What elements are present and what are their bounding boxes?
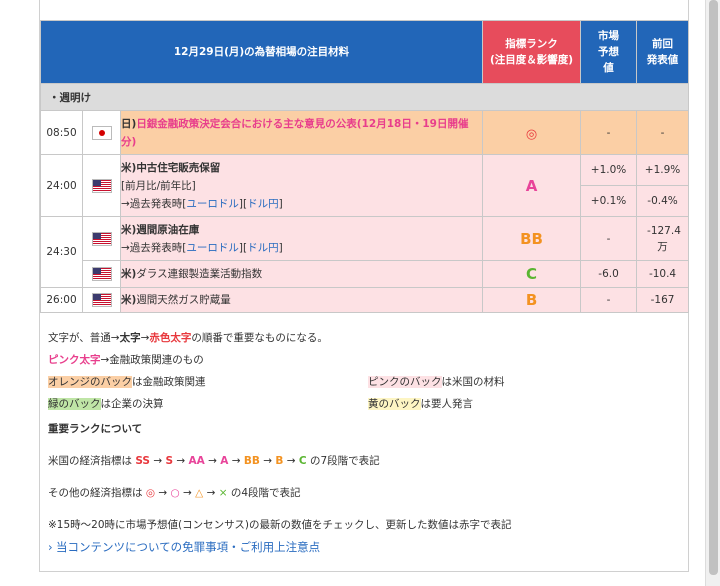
event-title: 週間原油在庫 [136, 223, 200, 236]
eurusd-link[interactable]: ユーロドル [186, 242, 239, 254]
scrollbar-track[interactable] [705, 0, 720, 586]
rank-cell: BB [482, 216, 582, 261]
usdjpy-link[interactable]: ドル円 [247, 242, 279, 254]
disclaimer-row: › 当コンテンツについての免罪事項・ご利用上注意点 [48, 536, 678, 558]
note-pink-bold: ピンク太字→金融政策関連のもの [48, 354, 204, 366]
economic-calendar-table: 12月29日(月)の為替相場の注目材料 指標ランク (注目度＆影響度) 市場 予… [39, 20, 690, 313]
previous-cell: - [636, 110, 690, 155]
eurusd-link[interactable]: ユーロドル [186, 198, 239, 210]
previous-cell: -10.4 [636, 260, 690, 288]
flag-cell [82, 216, 121, 261]
event-country: 米) [121, 294, 137, 306]
note-other-ranks: その他の経済指標は ◎ → ○ → △ → × の4段階で表記 [48, 487, 301, 499]
event-country: 米) [121, 268, 137, 280]
legend-notes: 文字が、普通→太字→赤色太字の順番で重要なものになる。 ピンク太字→金融政策関連… [48, 327, 678, 558]
rank-value: C [526, 265, 538, 283]
event-cell: 米)ダラス連銀製造業活動指数 [119, 260, 484, 288]
past-release-label: →過去発表時[ [121, 241, 187, 254]
jp-flag-icon [91, 125, 112, 140]
previous-column-header: 前回 発表値 [636, 20, 690, 84]
table-title: 12月29日(月)の為替相場の注目材料 [39, 20, 484, 84]
event-cell: 米)中古住宅販売保留 [前月比/前年比] →過去発表時[ユーロドル][ドル円] [119, 154, 484, 217]
rank-cell: A [482, 154, 582, 217]
flag-cell [82, 110, 121, 155]
rank-column-header: 指標ランク (注目度＆影響度) [482, 20, 582, 84]
past-release-label: →過去発表時[ [121, 197, 187, 210]
forecast-cell: -6.0 [580, 260, 638, 288]
section-row: ・週明け [39, 83, 690, 111]
previous-cell: +1.9% [636, 154, 690, 186]
chevron-right-icon: › [48, 540, 53, 554]
us-flag-icon [91, 231, 112, 246]
scrollbar-thumb[interactable] [709, 0, 718, 575]
time-cell: 24:30 [40, 216, 83, 288]
forecast-cell: - [580, 110, 638, 155]
forecast-cell: +0.1% [580, 185, 638, 217]
note-backgrounds-2: 緑のバックは企業の決算 黄のバックは要人発言 [48, 398, 473, 410]
event-country: 米) [121, 161, 137, 174]
event-cell: 日)日銀金融政策決定会合における主な意見の公表(12月18日・19日開催分) [119, 110, 484, 155]
note-us-ranks: 米国の経済指標は SS → S → AA → A → BB → B → C の7… [48, 455, 380, 467]
note-importance: 文字が、普通→太字→赤色太字の順番で重要なものになる。 [48, 332, 328, 344]
forecast-cell: - [580, 216, 638, 261]
forecast-cell: +1.0% [580, 154, 638, 186]
section-label: ・週明け [39, 83, 690, 111]
event-title: 週間天然ガス貯蔵量 [136, 294, 231, 306]
flag-cell [82, 154, 121, 217]
event-country: 米) [121, 223, 137, 236]
table-header-row: 12月29日(月)の為替相場の注目材料 指標ランク (注目度＆影響度) 市場 予… [39, 20, 690, 84]
time-cell: 26:00 [40, 287, 83, 313]
event-title: ダラス連銀製造業活動指数 [136, 268, 263, 280]
rank-cell: ◎ [482, 110, 582, 155]
usdjpy-link[interactable]: ドル円 [247, 198, 279, 210]
disclaimer-link[interactable]: 当コンテンツについての免罪事項・ご利用上注意点 [56, 540, 320, 554]
rank-value: B [525, 291, 538, 309]
rank-cell: B [482, 287, 582, 313]
rank-heading: 重要ランクについて [48, 423, 143, 435]
us-flag-icon [91, 267, 112, 281]
note-backgrounds-1: オレンジのバックは金融政策関連 ピンクのバックは米国の材料 [48, 376, 505, 388]
time-cell: 08:50 [40, 110, 83, 155]
bracket-separator: ][ [238, 197, 248, 210]
rank-value: A [525, 176, 538, 195]
table-row: 26:00 米)週間天然ガス貯蔵量 B - -167 [40, 287, 690, 313]
note-consensus: ※15時～20時に市場予想値(コンセンサス)の最新の数値をチェックし、更新した数… [48, 519, 512, 531]
forecast-column-header: 市場 予想 値 [580, 20, 638, 84]
previous-cell: -167 [636, 287, 690, 313]
time-cell: 24:00 [40, 154, 83, 217]
flag-cell [82, 260, 121, 288]
flag-cell [82, 287, 121, 313]
rank-value: BB [520, 229, 543, 248]
table-row: 米)ダラス連銀製造業活動指数 C -6.0 -10.4 [41, 260, 690, 288]
event-country: 日) [121, 117, 137, 130]
bracket-close: ] [278, 241, 283, 254]
table-row: 24:00 米)中古住宅販売保留 [前月比/前年比] →過去発表時[ユーロドル]… [40, 154, 690, 217]
event-subtitle: [前月比/前年比] [121, 179, 196, 192]
event-title: 中古住宅販売保留 [136, 161, 221, 174]
bracket-close: ] [278, 197, 283, 210]
event-title: 日銀金融政策決定会合における主な意見の公表(12月18日・19日開催分) [121, 117, 469, 148]
previous-cell: -0.4% [636, 185, 690, 217]
table-row: 24:30 米)週間原油在庫 →過去発表時[ユーロドル][ドル円] BB - -… [40, 216, 690, 288]
table-row: 08:50 日)日銀金融政策決定会合における主な意見の公表(12月18日・19日… [40, 110, 690, 155]
us-flag-icon [91, 178, 112, 193]
rank-value: ◎ [525, 126, 538, 142]
us-flag-icon [91, 293, 112, 307]
bracket-separator: ][ [238, 241, 248, 254]
event-cell: 米)週間原油在庫 →過去発表時[ユーロドル][ドル円] [119, 216, 484, 261]
event-cell: 米)週間天然ガス貯蔵量 [119, 287, 484, 313]
previous-cell: -127.4万 [636, 216, 690, 261]
rank-cell: C [482, 260, 582, 288]
forecast-cell: - [580, 287, 638, 313]
